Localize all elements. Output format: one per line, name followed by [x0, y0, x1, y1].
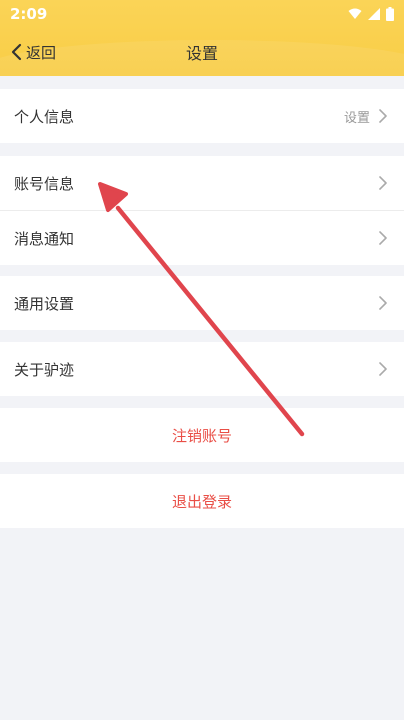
settings-item-hint: 设置: [343, 110, 370, 126]
cancel-account-button[interactable]: 注销账号: [0, 408, 404, 462]
settings-item-notifications[interactable]: 消息通知: [0, 211, 404, 265]
wifi-icon: [348, 8, 362, 19]
settings-item-label: 账号信息: [14, 174, 75, 193]
settings-item-personal-info[interactable]: 个人信息 设置: [0, 89, 404, 143]
settings-item-label: 关于驴迹: [14, 360, 75, 379]
logout-label: 退出登录: [171, 492, 232, 511]
chevron-right-icon: [379, 362, 387, 376]
status-bar: 2:09: [0, 0, 404, 28]
nav-bar: 返回 设置: [0, 28, 404, 76]
chevron-right-icon: [379, 296, 387, 310]
signal-icon: [368, 8, 380, 20]
settings-item-label: 消息通知: [14, 229, 75, 248]
settings-item-general[interactable]: 通用设置: [0, 276, 404, 330]
header-bar: 2:09 返回 设置: [0, 0, 404, 76]
settings-item-account-info[interactable]: 账号信息: [0, 156, 404, 210]
page-title: 设置: [185, 44, 218, 63]
battery-icon: [386, 7, 394, 21]
settings-item-about[interactable]: 关于驴迹: [0, 342, 404, 396]
settings-item-label: 个人信息: [14, 107, 75, 126]
cancel-account-label: 注销账号: [171, 426, 232, 445]
chevron-right-icon: [379, 109, 387, 123]
chevron-right-icon: [379, 231, 387, 245]
logout-button[interactable]: 退出登录: [0, 474, 404, 528]
status-icons: [348, 7, 394, 21]
chevron-right-icon: [379, 176, 387, 190]
status-time: 2:09: [10, 5, 48, 23]
settings-item-label: 通用设置: [14, 294, 75, 313]
